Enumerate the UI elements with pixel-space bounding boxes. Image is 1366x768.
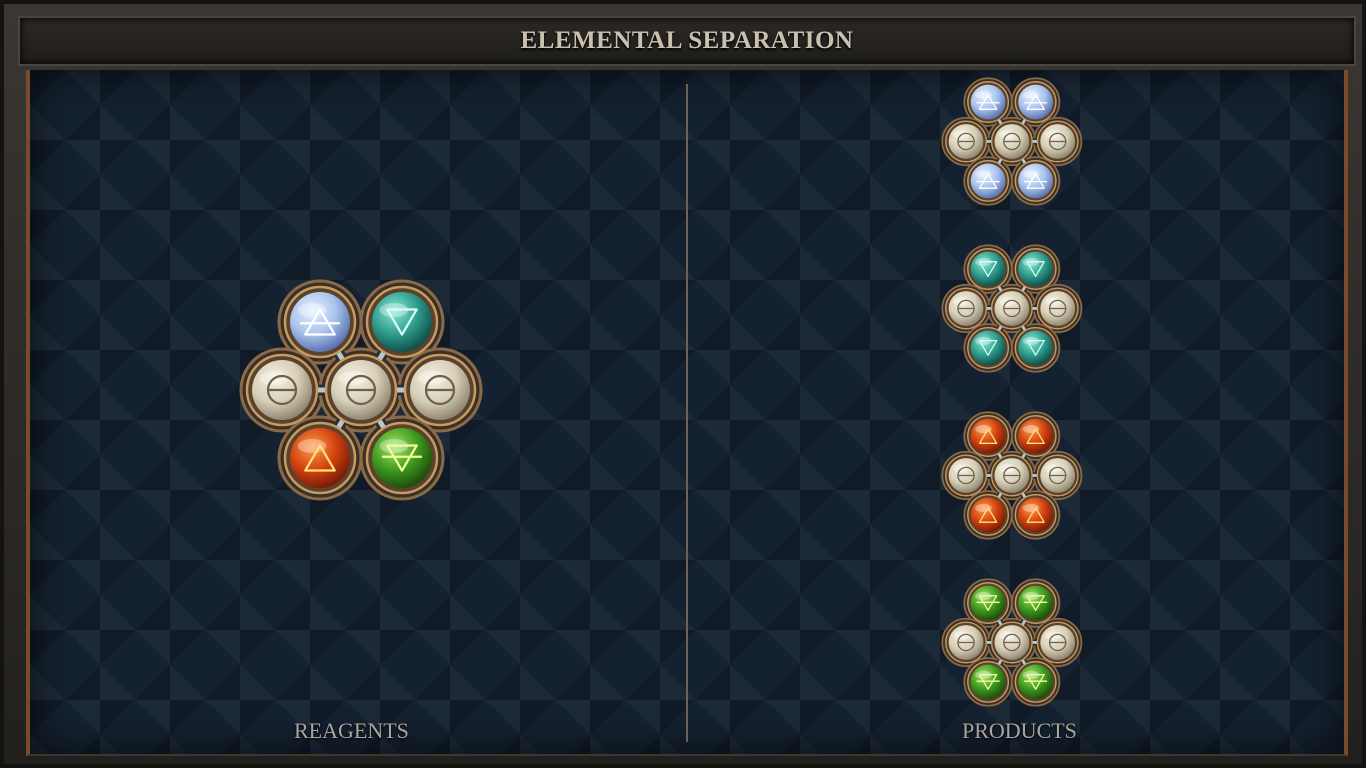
product-fire-molecule[interactable]: [941, 411, 1083, 546]
puzzle-title: ELEMENTAL SEPARATION: [520, 27, 854, 54]
water-atom: [967, 248, 1010, 291]
earth-atom: [365, 421, 439, 495]
salt-atom: [990, 621, 1033, 664]
molecule-graphic: [941, 578, 1083, 707]
molecule-graphic: [941, 77, 1083, 206]
salt-atom: [990, 287, 1033, 330]
product-earth-molecule[interactable]: [941, 578, 1083, 713]
product-water-molecule[interactable]: [941, 244, 1083, 379]
salt-atom: [945, 454, 988, 497]
molecule-graphic: [239, 279, 483, 501]
molecule-graphic: [941, 411, 1083, 540]
salt-atom: [945, 120, 988, 163]
molecule-graphic: [941, 244, 1083, 373]
earth-atom: [967, 582, 1010, 625]
game-window-frame: ELEMENTAL SEPARATION REAGENTS PRODUCTS: [0, 0, 1366, 768]
air-atom: [283, 285, 357, 359]
salt-atom: [1036, 287, 1079, 330]
air-atom: [967, 159, 1010, 202]
fire-atom: [967, 493, 1010, 536]
fire-atom: [1014, 415, 1057, 458]
fire-atom: [1014, 493, 1057, 536]
salt-atom: [990, 120, 1033, 163]
products-label: PRODUCTS: [962, 718, 1077, 743]
earth-atom: [1014, 660, 1057, 703]
salt-atom: [1036, 454, 1079, 497]
salt-atom: [324, 353, 398, 427]
salt-atom: [1036, 621, 1079, 664]
air-atom: [967, 81, 1010, 124]
panel-divider: [686, 84, 688, 742]
salt-atom: [403, 353, 477, 427]
salt-atom: [945, 621, 988, 664]
fire-atom: [967, 415, 1010, 458]
earth-atom: [1014, 582, 1057, 625]
salt-atom: [245, 353, 319, 427]
air-atom: [1014, 81, 1057, 124]
air-atom: [1014, 159, 1057, 202]
reagent-molecule[interactable]: [239, 279, 484, 512]
product-air-molecule[interactable]: [941, 77, 1083, 212]
water-atom: [365, 285, 439, 359]
fire-atom: [283, 421, 357, 495]
water-atom: [967, 326, 1010, 369]
salt-atom: [990, 454, 1033, 497]
water-atom: [1014, 326, 1057, 369]
salt-atom: [1036, 120, 1079, 163]
title-bar: ELEMENTAL SEPARATION: [18, 16, 1356, 66]
earth-atom: [967, 660, 1010, 703]
salt-atom: [945, 287, 988, 330]
reagents-label: REAGENTS: [294, 718, 409, 743]
water-atom: [1014, 248, 1057, 291]
